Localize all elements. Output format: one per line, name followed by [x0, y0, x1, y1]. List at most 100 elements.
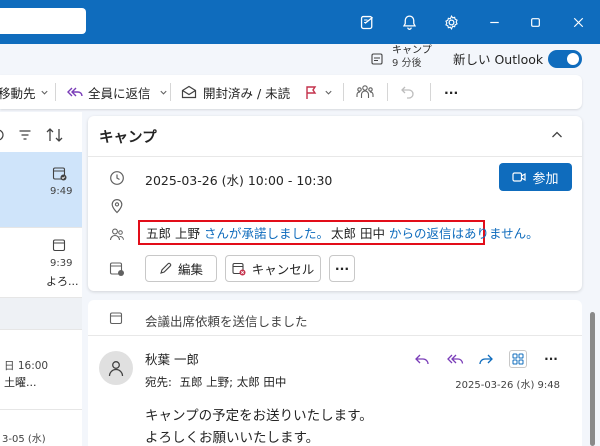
ribbon-toolbar: 移動先 全員に返信 開封済み / 未読 ··· [0, 75, 582, 109]
flag-icon [306, 85, 317, 99]
person-icon [108, 361, 124, 377]
reply-all-icon [67, 87, 83, 97]
close-icon[interactable] [564, 8, 592, 36]
bell-icon[interactable] [395, 8, 423, 36]
reply-all-button[interactable] [446, 350, 464, 368]
divider [88, 156, 582, 157]
people-group-icon [356, 85, 374, 98]
filter-icon[interactable] [18, 128, 32, 142]
no-reply-status: からの返信はありません。 [388, 226, 539, 241]
pencil-icon [160, 262, 172, 274]
accepted-status: さんが承諾しました。 [203, 226, 329, 241]
list-item[interactable]: 9:39 よろ... [0, 228, 82, 298]
reminder-time: 9 分後 [392, 58, 422, 69]
new-outlook-label: 新しい Outlook [453, 52, 544, 67]
scrollbar-thumb[interactable] [590, 312, 595, 446]
join-label: 参加 [532, 171, 559, 187]
more-options-button[interactable]: ··· [444, 75, 458, 109]
clock-icon [110, 171, 124, 185]
search-input[interactable] [0, 8, 86, 34]
undo-icon [401, 86, 414, 99]
attendee-response-summary: 五郎 上野 さんが承諾しました。 太郎 田中 からの返信はありません。 [138, 220, 539, 245]
attendees-icon [109, 228, 124, 241]
minimize-icon[interactable] [480, 8, 508, 36]
reply-all-label: 全員に返信 [88, 85, 151, 101]
gear-icon[interactable] [437, 8, 465, 36]
calendar-icon [109, 312, 123, 325]
apps-button[interactable] [509, 350, 527, 368]
list-group-header [0, 298, 82, 330]
avatar[interactable] [99, 351, 133, 385]
title-bar [0, 0, 600, 44]
edit-button[interactable]: 編集 [145, 255, 217, 282]
recipients-line: 宛先: 五郎 上野; 太郎 田中 [145, 374, 286, 390]
message-body-line: キャンプの予定をお送りいたします。 [145, 408, 373, 424]
reply-all-icon [447, 354, 464, 364]
move-to-button[interactable]: 移動先 [0, 75, 49, 109]
video-camera-icon [512, 172, 527, 182]
calendar-reminder-icon[interactable] [370, 52, 384, 66]
list-item[interactable]: 9:49 [0, 152, 82, 228]
recipients[interactable]: 五郎 上野; 太郎 田中 [180, 375, 287, 389]
calendar-icon [52, 239, 66, 252]
message-list: 9:49 9:39 よろ... 日 16:00 土曜... 3-05 (水) [0, 112, 82, 446]
event-more-button[interactable]: ··· [329, 255, 355, 282]
cancel-event-button[interactable]: キャンセル [225, 255, 321, 282]
compose-shortcut-icon[interactable] [353, 8, 381, 36]
attendee-name[interactable]: 五郎 上野 [146, 223, 200, 242]
message-more-button[interactable]: ··· [542, 350, 560, 368]
list-item-time: 日 16:00 [4, 360, 49, 372]
filter-circle-icon[interactable] [0, 127, 6, 143]
message-pane: 秋葉 一郎 ··· 宛先: 五郎 上野; 太郎 田中 2025-03-26 (水… [88, 336, 582, 446]
apps-grid-icon [512, 353, 524, 365]
event-title: キャンプ [99, 130, 157, 146]
read-unread-label: 開封済み / 未読 [203, 85, 291, 101]
edit-label: 編集 [177, 262, 203, 277]
list-item-date: 3-05 (水) [2, 434, 46, 445]
divider [343, 83, 344, 101]
move-to-label: 移動先 [0, 85, 36, 101]
event-datetime: 2025-03-26 (水) 10:00 - 10:30 [145, 173, 333, 188]
list-item-preview: 土曜... [4, 376, 37, 389]
chevron-up-icon[interactable] [550, 128, 564, 142]
reply-button[interactable] [413, 350, 431, 368]
to-prefix: 宛先: [145, 375, 172, 389]
location-pin-icon [111, 199, 123, 214]
reply-all-button[interactable]: 全員に返信 [66, 75, 168, 109]
reply-icon [415, 354, 429, 365]
message-date: 2025-03-26 (水) 9:48 [455, 380, 560, 391]
list-item-time: 9:49 [50, 186, 73, 197]
list-item-preview: よろ... [46, 275, 79, 288]
divider [55, 83, 56, 101]
calendar-cancel-icon [232, 262, 246, 275]
chevron-down-icon [40, 90, 48, 95]
maximize-icon[interactable] [521, 8, 549, 36]
sent-notice-text: 会議出席依頼を送信しました [145, 314, 308, 329]
list-item[interactable]: 日 16:00 土曜... [0, 330, 82, 410]
cancel-label: キャンセル [251, 262, 315, 277]
divider [170, 83, 171, 101]
list-item-time: 9:39 [50, 258, 73, 269]
flag-button[interactable] [304, 75, 333, 109]
chevron-down-icon [325, 90, 332, 95]
forward-button[interactable] [477, 350, 495, 368]
teams-button[interactable] [355, 75, 375, 109]
reminder-title[interactable]: キャンプ [392, 45, 432, 57]
calendar-response-icon [109, 262, 124, 276]
sender-name[interactable]: 秋葉 一郎 [145, 349, 199, 368]
attendee-name[interactable]: 太郎 田中 [331, 223, 385, 242]
message-body-line: よろしくお願いいたします。 [145, 430, 320, 446]
divider [387, 83, 388, 101]
new-outlook-toggle[interactable] [548, 50, 582, 68]
calendar-accepted-icon [52, 167, 67, 181]
envelope-open-icon [181, 85, 197, 99]
forward-icon [479, 354, 493, 365]
mark-read-unread-button[interactable]: 開封済み / 未読 [181, 75, 290, 109]
chevron-down-icon [159, 90, 167, 95]
undo-button[interactable] [400, 75, 416, 109]
join-button[interactable]: 参加 [499, 163, 572, 191]
event-card: キャンプ 2025-03-26 (水) 10:00 - 10:30 参加 五郎 … [88, 116, 582, 291]
divider [430, 83, 431, 101]
sort-icon[interactable] [46, 127, 64, 143]
sent-notice: 会議出席依頼を送信しました [88, 300, 582, 336]
